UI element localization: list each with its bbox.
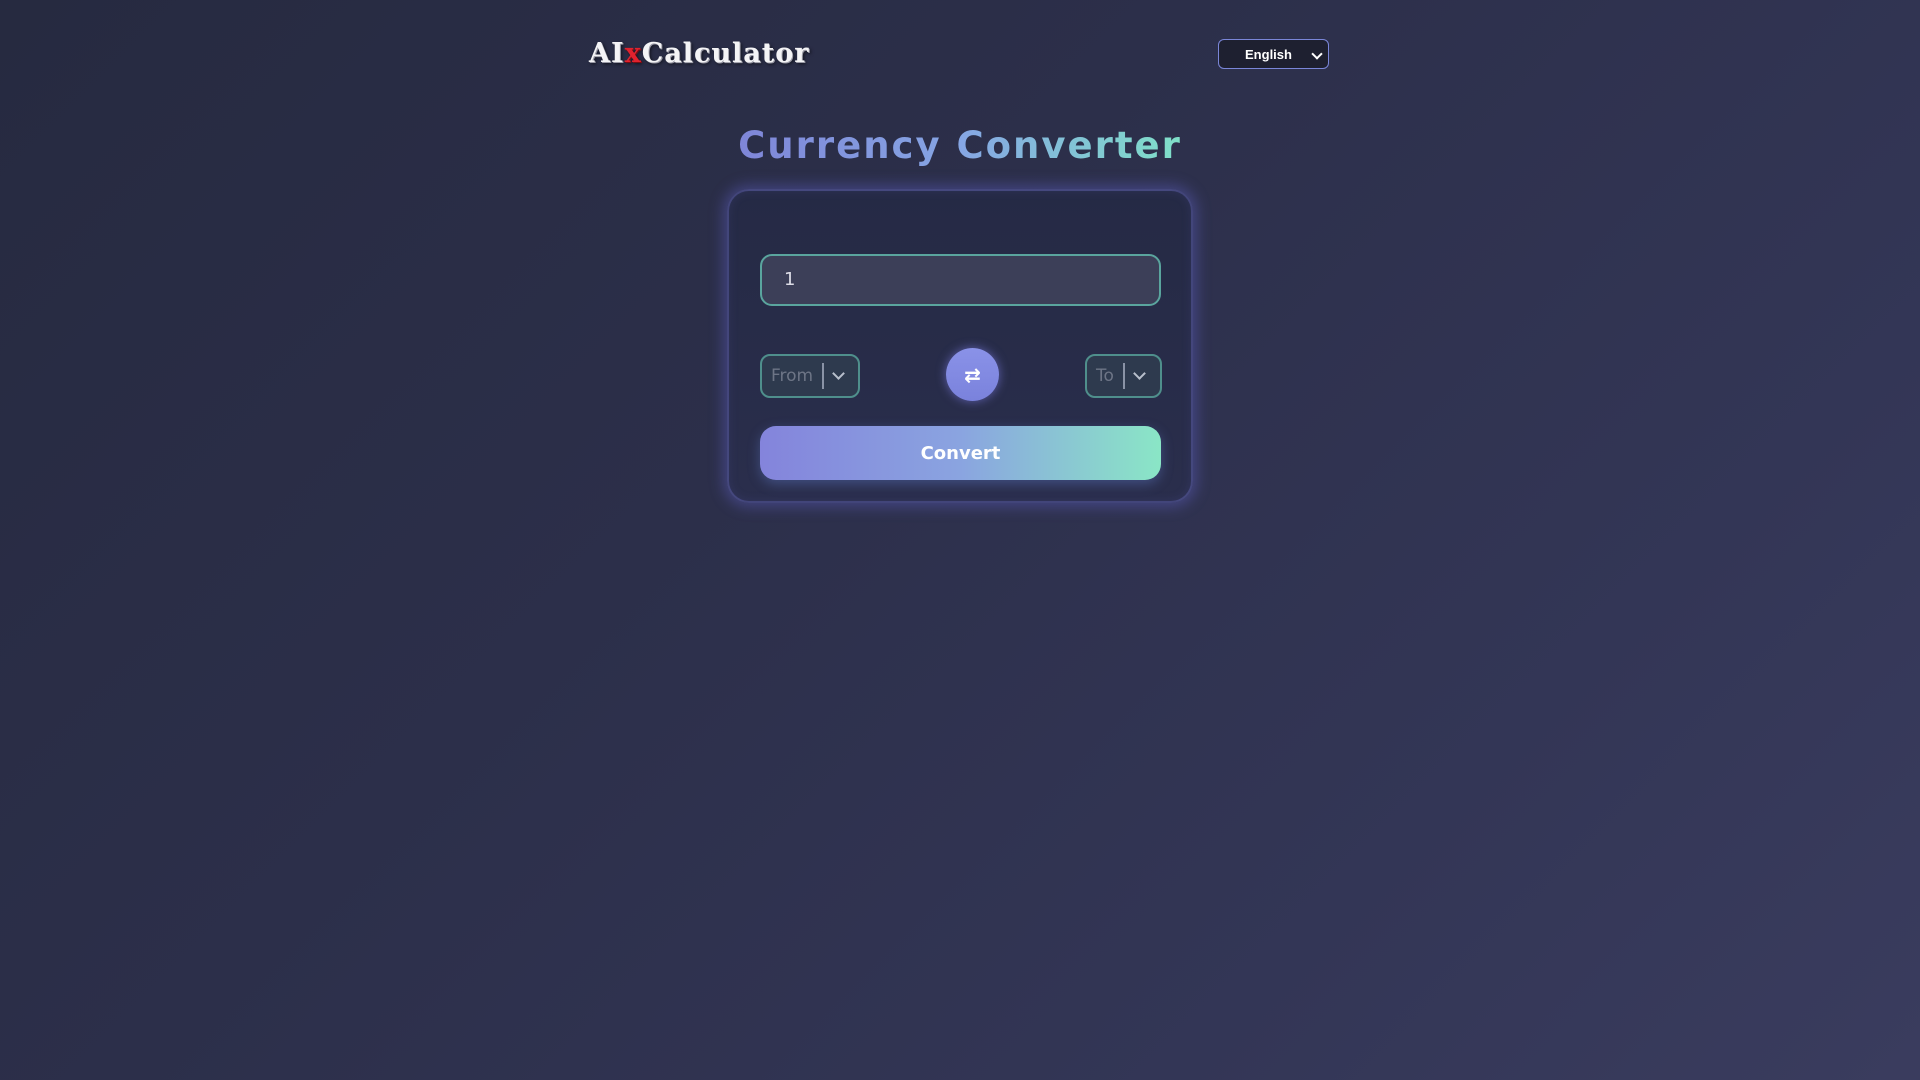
page-title-text: Currency Converter xyxy=(738,124,1182,167)
logo-text-ai: AI xyxy=(589,38,625,69)
converter-card: 1 From ⇄ To Convert xyxy=(727,189,1193,503)
site-logo[interactable]: AIxCalculator xyxy=(589,38,809,69)
chevron-down-icon xyxy=(832,367,845,380)
page-title: Currency Converter xyxy=(0,124,1920,167)
from-currency-placeholder: From xyxy=(771,366,814,386)
logo-text-calculator: Calculator xyxy=(641,38,810,69)
swap-arrows-icon: ⇄ xyxy=(964,362,981,387)
amount-input-value: 1 xyxy=(784,269,796,290)
amount-input[interactable]: 1 xyxy=(760,254,1161,306)
to-currency-select[interactable]: To xyxy=(1085,354,1162,398)
from-currency-select[interactable]: From xyxy=(760,354,860,398)
swap-currencies-button[interactable]: ⇄ xyxy=(946,348,999,401)
logo-text-x: x xyxy=(624,38,642,69)
language-select[interactable]: English xyxy=(1218,39,1329,69)
convert-button[interactable]: Convert xyxy=(760,426,1161,480)
select-separator xyxy=(822,363,825,389)
select-separator xyxy=(1122,363,1125,389)
convert-button-label: Convert xyxy=(920,442,1001,464)
language-select-value: English xyxy=(1245,46,1292,62)
to-currency-placeholder: To xyxy=(1096,366,1114,386)
chevron-down-icon xyxy=(1311,48,1323,60)
chevron-down-icon xyxy=(1133,367,1146,380)
